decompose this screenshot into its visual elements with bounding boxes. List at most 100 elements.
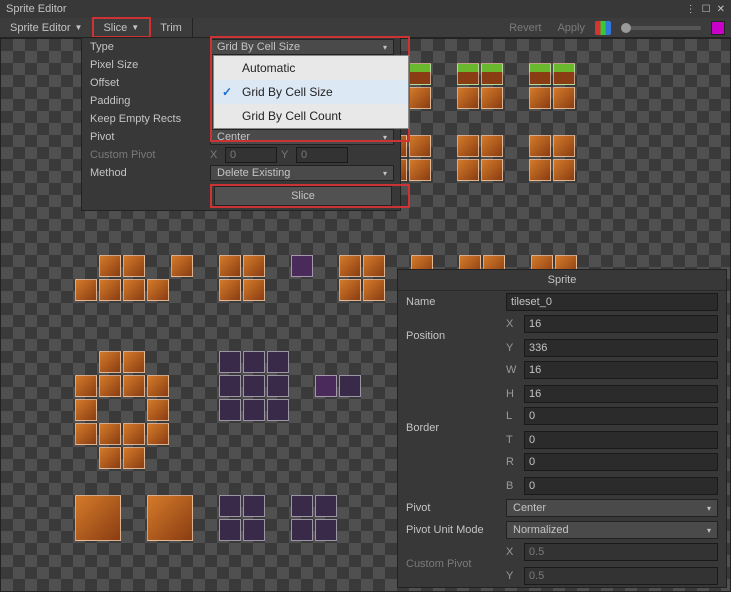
alpha-slider[interactable] — [621, 26, 701, 30]
tile[interactable] — [219, 399, 241, 421]
tile[interactable] — [75, 399, 97, 421]
tile[interactable] — [553, 63, 575, 85]
tile[interactable] — [267, 399, 289, 421]
tile[interactable] — [529, 159, 551, 181]
tile[interactable] — [481, 135, 503, 157]
tile[interactable] — [243, 495, 265, 517]
tile[interactable] — [553, 87, 575, 109]
tile[interactable] — [99, 447, 121, 469]
tile[interactable] — [219, 495, 241, 517]
tile[interactable] — [147, 399, 169, 421]
tile[interactable] — [219, 279, 241, 301]
tile[interactable] — [339, 375, 361, 397]
type-option-grid-cell-size[interactable]: Grid By Cell Size — [214, 80, 408, 104]
tile[interactable] — [481, 87, 503, 109]
tile[interactable] — [123, 279, 145, 301]
cpivot-y[interactable] — [524, 567, 718, 585]
pos-w[interactable] — [524, 361, 718, 379]
type-select[interactable]: Grid By Cell Size ▾ — [210, 39, 394, 55]
border-t[interactable] — [524, 431, 718, 449]
tile[interactable] — [267, 375, 289, 397]
tile[interactable] — [123, 351, 145, 373]
pos-x[interactable] — [524, 315, 718, 333]
tile[interactable] — [75, 423, 97, 445]
pivot-select[interactable]: Center ▾ — [506, 499, 718, 517]
tile[interactable] — [219, 255, 241, 277]
tile[interactable] — [243, 255, 265, 277]
tile[interactable] — [219, 351, 241, 373]
tile[interactable] — [243, 399, 265, 421]
tile[interactable] — [291, 255, 313, 277]
tile[interactable] — [99, 255, 121, 277]
tile[interactable] — [315, 519, 337, 541]
tile[interactable] — [529, 135, 551, 157]
tile[interactable] — [99, 279, 121, 301]
tile[interactable] — [291, 495, 313, 517]
tile[interactable] — [243, 351, 265, 373]
tile[interactable] — [147, 279, 169, 301]
tile[interactable] — [243, 519, 265, 541]
tile[interactable] — [457, 87, 479, 109]
name-input[interactable] — [506, 293, 718, 311]
tile[interactable] — [171, 255, 193, 277]
maximize-icon[interactable]: ☐ — [702, 4, 711, 15]
tile[interactable] — [409, 63, 431, 85]
tile[interactable] — [339, 255, 361, 277]
tile[interactable] — [123, 375, 145, 397]
border-l[interactable] — [524, 407, 718, 425]
slice-button[interactable]: Slice — [214, 186, 392, 206]
tile[interactable] — [339, 279, 361, 301]
mode-dropdown[interactable]: Sprite Editor ▼ — [0, 18, 93, 37]
tile[interactable] — [243, 375, 265, 397]
pivot-unit-select[interactable]: Normalized ▾ — [506, 521, 718, 539]
tile[interactable] — [219, 519, 241, 541]
tile[interactable] — [99, 423, 121, 445]
tile[interactable] — [99, 351, 121, 373]
menu-icon[interactable]: ⋮ — [686, 4, 696, 15]
pos-y[interactable] — [524, 339, 718, 357]
tile[interactable] — [75, 375, 97, 397]
type-option-automatic[interactable]: Automatic — [214, 56, 408, 80]
tile[interactable] — [147, 375, 169, 397]
border-r[interactable] — [524, 453, 718, 471]
tile[interactable] — [481, 63, 503, 85]
trim-button[interactable]: Trim — [150, 18, 193, 37]
tile[interactable] — [529, 63, 551, 85]
type-option-grid-cell-count[interactable]: Grid By Cell Count — [214, 104, 408, 128]
tile[interactable] — [123, 255, 145, 277]
tile[interactable] — [123, 423, 145, 445]
tile[interactable] — [99, 375, 121, 397]
slice-dropdown[interactable]: Slice ▼ — [93, 18, 150, 37]
tile[interactable] — [457, 135, 479, 157]
slider-thumb[interactable] — [621, 23, 631, 33]
tile[interactable] — [243, 279, 265, 301]
border-b[interactable] — [524, 477, 718, 495]
custom-pivot-y[interactable] — [296, 147, 348, 163]
tile[interactable] — [457, 159, 479, 181]
close-icon[interactable]: ✕ — [717, 4, 725, 15]
pivot-select[interactable]: Center ▾ — [210, 129, 394, 145]
tile[interactable] — [363, 279, 385, 301]
tile[interactable] — [363, 255, 385, 277]
method-select[interactable]: Delete Existing ▾ — [210, 165, 394, 181]
tile[interactable] — [75, 495, 121, 541]
tile[interactable] — [267, 351, 289, 373]
tile[interactable] — [409, 159, 431, 181]
tile[interactable] — [75, 279, 97, 301]
custom-pivot-x[interactable] — [225, 147, 277, 163]
apply-button[interactable]: Apply — [551, 22, 591, 34]
pos-h[interactable] — [524, 385, 718, 403]
tile[interactable] — [409, 87, 431, 109]
tile[interactable] — [481, 159, 503, 181]
rgb-channel-icon[interactable] — [595, 21, 611, 35]
revert-button[interactable]: Revert — [503, 22, 547, 34]
color-swatch[interactable] — [711, 21, 725, 35]
tile[interactable] — [553, 135, 575, 157]
tile[interactable] — [219, 375, 241, 397]
tile[interactable] — [147, 423, 169, 445]
cpivot-x[interactable] — [524, 543, 718, 561]
tile[interactable] — [457, 63, 479, 85]
tile[interactable] — [315, 375, 337, 397]
tile[interactable] — [123, 447, 145, 469]
tile[interactable] — [553, 159, 575, 181]
